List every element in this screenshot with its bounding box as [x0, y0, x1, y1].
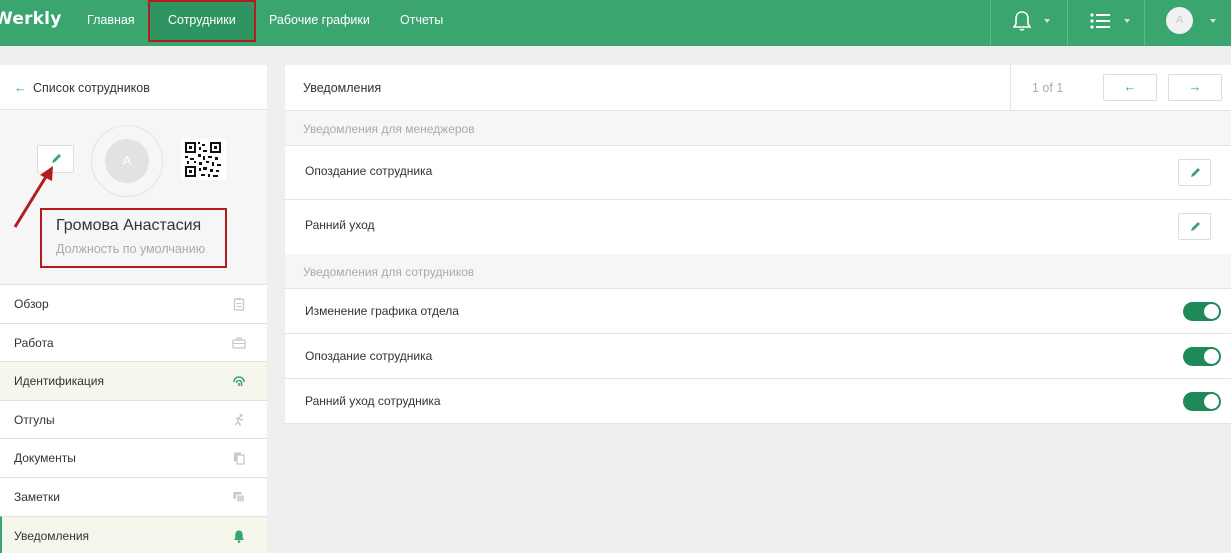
list-menu[interactable] — [1068, 0, 1144, 46]
notification-toggle[interactable] — [1183, 347, 1221, 366]
prev-page-button[interactable]: ← — [1103, 74, 1157, 101]
sidebar-item-documents[interactable]: Документы — [0, 438, 267, 477]
notification-toggle[interactable] — [1183, 302, 1221, 321]
notification-row: Изменение графика отдела — [285, 289, 1231, 334]
bell-icon — [1012, 10, 1032, 37]
qr-code-icon[interactable] — [181, 139, 226, 180]
sidebar-item-label: Документы — [14, 451, 76, 466]
divider — [1144, 0, 1145, 46]
section-header-managers: Уведомления для менеджеров — [285, 111, 1231, 146]
notification-label: Опоздание сотрудника — [305, 164, 433, 178]
section-label: Уведомления для сотрудников — [303, 265, 475, 279]
nav-item-employees[interactable]: Сотрудники — [148, 0, 256, 42]
pencil-icon — [50, 152, 63, 170]
sidebar-item-label: Идентификация — [14, 374, 104, 389]
edit-notification-button[interactable] — [1178, 159, 1211, 186]
back-link-label: Список сотрудников — [33, 81, 150, 95]
running-person-icon — [232, 413, 246, 427]
page-title: Уведомления — [303, 81, 382, 95]
sidebar-item-overview[interactable]: Обзор — [0, 284, 267, 323]
section-header-employees: Уведомления для сотрудников — [285, 254, 1231, 289]
employee-name: Громова Анастасия — [56, 217, 202, 234]
back-to-list-link[interactable]: ← Список сотрудников — [0, 65, 267, 110]
notification-toggle[interactable] — [1183, 392, 1221, 411]
notes-icon — [232, 490, 246, 504]
edit-notification-button[interactable] — [1178, 213, 1211, 240]
divider — [1010, 65, 1011, 111]
nav-item-home[interactable]: Главная — [69, 0, 153, 42]
top-navigation-bar: Werkly Главная Сотрудники Рабочие график… — [0, 0, 1231, 46]
notification-label: Опоздание сотрудника — [305, 349, 433, 363]
section-label: Уведомления для менеджеров — [303, 122, 475, 136]
documents-icon — [232, 451, 246, 466]
notification-row: Опоздание сотрудника — [285, 334, 1231, 379]
chevron-down-icon — [1044, 19, 1050, 23]
pencil-icon — [1189, 220, 1202, 238]
employee-name-card: Громова Анастасия Должность по умолчанию — [40, 208, 227, 268]
next-page-button[interactable]: → — [1168, 74, 1222, 101]
toggle-knob — [1204, 349, 1219, 364]
nav-item-reports[interactable]: Отчеты — [382, 0, 461, 42]
nav-item-schedules[interactable]: Рабочие графики — [251, 0, 388, 42]
sidebar-item-label: Отгулы — [14, 412, 55, 427]
sidebar-item-label: Заметки — [14, 489, 60, 504]
notification-row: Опоздание сотрудника — [285, 146, 1231, 200]
app-logo[interactable]: Werkly — [0, 9, 61, 29]
chevron-down-icon[interactable] — [1210, 19, 1216, 23]
notification-row: Ранний уход сотрудника — [285, 379, 1231, 424]
edit-profile-button[interactable] — [37, 145, 74, 173]
employee-sidebar: ← Список сотрудников А Громова Анастасия… — [0, 65, 267, 553]
sidebar-item-label: Работа — [14, 335, 54, 350]
toggle-knob — [1204, 304, 1219, 319]
sidebar-item-label: Уведомления — [14, 528, 90, 543]
toggle-knob — [1204, 394, 1219, 409]
panel-header: Уведомления 1 of 1 ← → — [285, 65, 1231, 111]
notification-label: Ранний уход сотрудника — [305, 394, 441, 408]
notifications-panel: Уведомления 1 of 1 ← → Уведомления для м… — [285, 65, 1231, 424]
pencil-icon — [1189, 166, 1202, 184]
avatar: А — [105, 139, 149, 183]
employee-menu: Обзор Работа Идентификация Отгулы Докуме… — [0, 284, 267, 553]
notification-label: Ранний уход — [305, 218, 375, 232]
sidebar-item-notifications[interactable]: Уведомления — [0, 515, 267, 553]
user-avatar[interactable]: A — [1166, 7, 1193, 34]
briefcase-icon — [232, 336, 246, 350]
pagination-text: 1 of 1 — [1032, 81, 1064, 95]
fingerprint-icon — [232, 374, 246, 388]
employee-photo[interactable]: А — [91, 125, 163, 197]
notification-row: Ранний уход — [285, 200, 1231, 254]
sidebar-item-notes[interactable]: Заметки — [0, 476, 267, 516]
bell-icon — [232, 529, 246, 543]
list-icon — [1090, 12, 1110, 35]
clipboard-icon — [232, 297, 246, 311]
chevron-down-icon — [1124, 19, 1130, 23]
employee-position: Должность по умолчанию — [56, 242, 206, 256]
sidebar-item-work[interactable]: Работа — [0, 322, 267, 362]
sidebar-item-time-off[interactable]: Отгулы — [0, 399, 267, 439]
sidebar-item-identification[interactable]: Идентификация — [0, 361, 267, 400]
notification-label: Изменение графика отдела — [305, 304, 459, 318]
arrow-left-icon: ← — [14, 80, 27, 95]
sidebar-item-label: Обзор — [14, 297, 49, 311]
notifications-menu[interactable] — [991, 0, 1067, 46]
